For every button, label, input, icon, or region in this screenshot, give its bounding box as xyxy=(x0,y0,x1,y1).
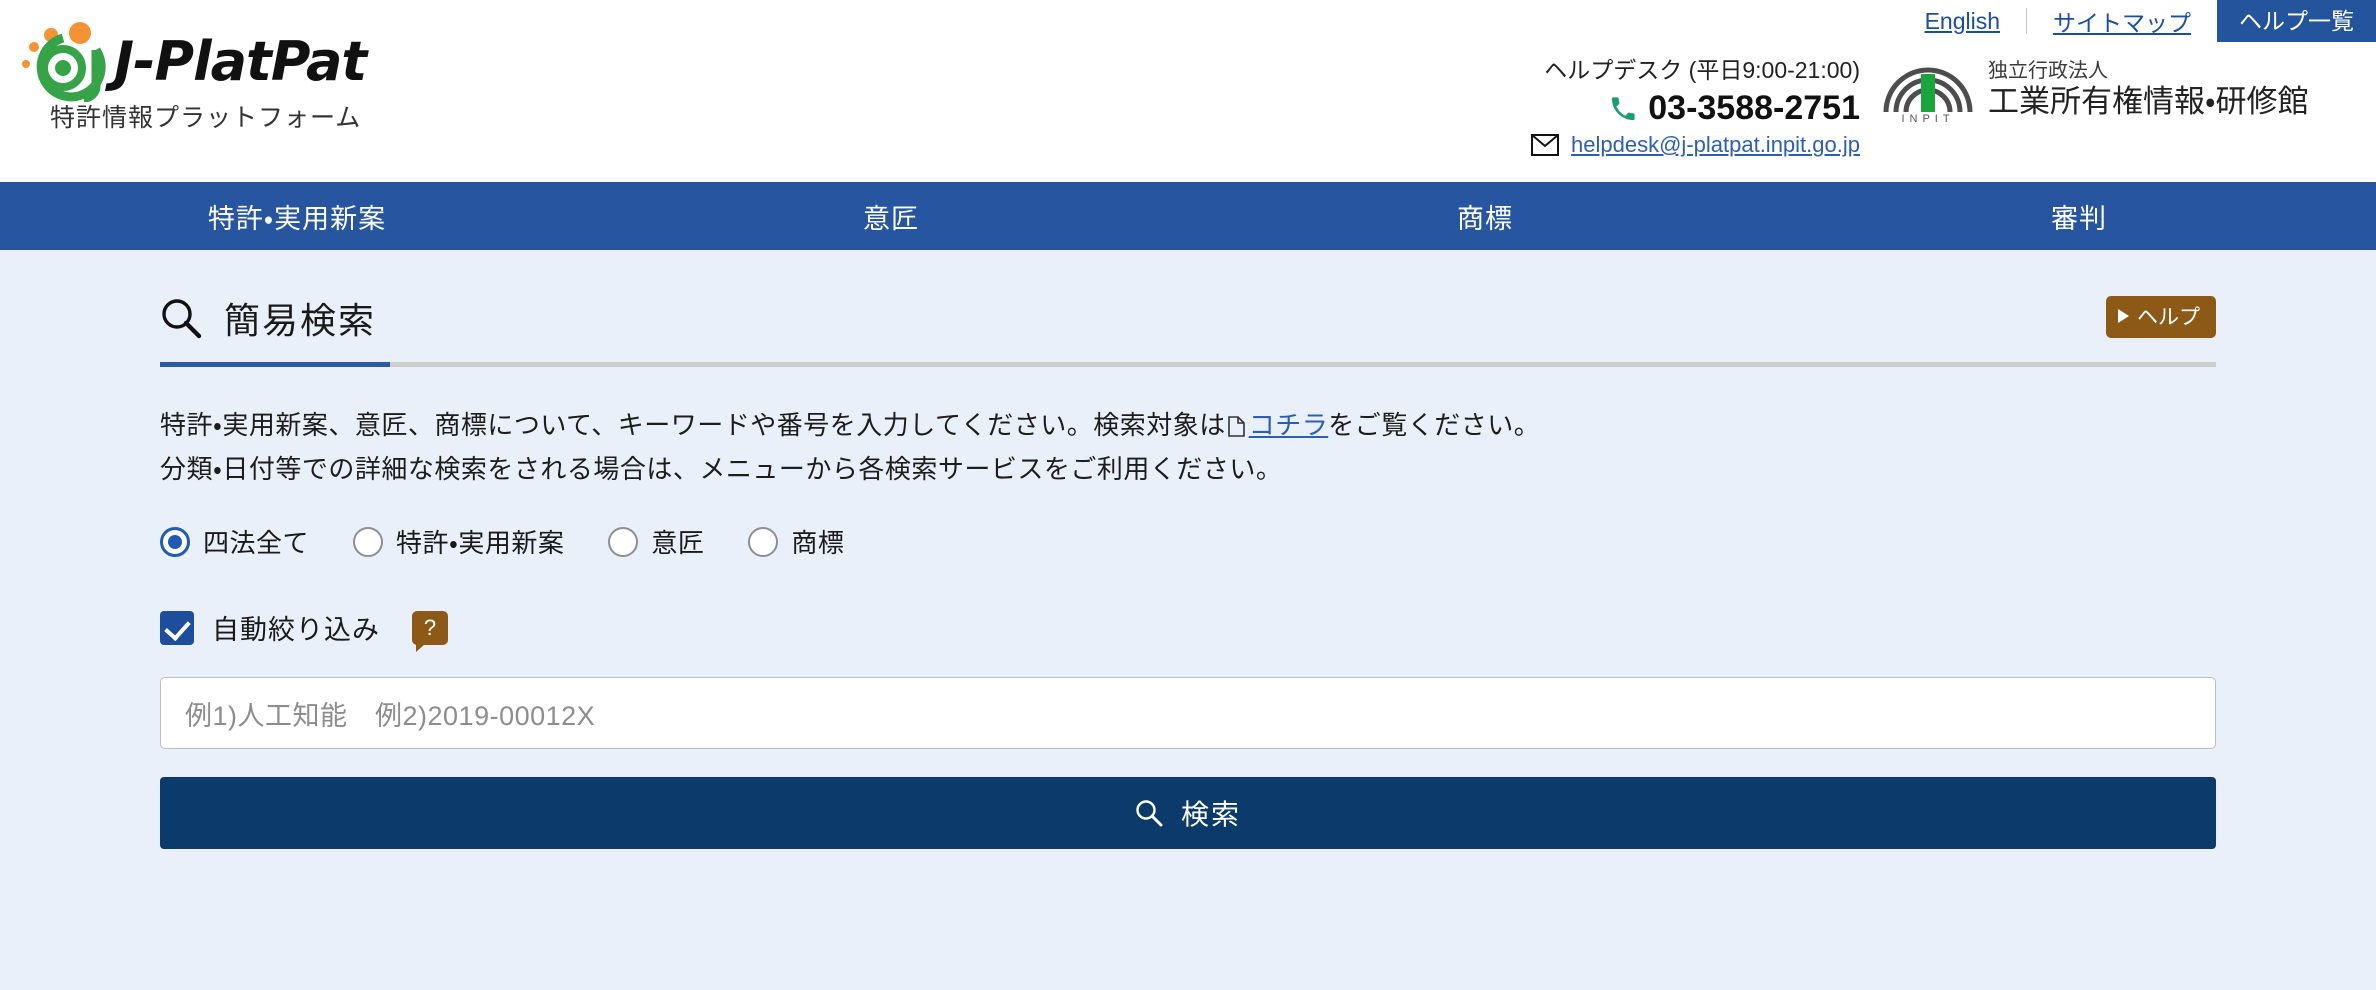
helpdesk-mail-row: helpdesk@j-platpat.inpit.go.jp xyxy=(1440,132,1860,158)
logo-subtitle: 特許情報プラットフォーム xyxy=(50,104,362,132)
inpit-arch-icon: INPIT xyxy=(1880,58,1976,125)
inpit-mark-label: INPIT xyxy=(1901,113,1955,125)
site-header: J-PlatPat 特許情報プラットフォーム English サイトマップ ヘル… xyxy=(0,0,2376,182)
auto-narrow-help-icon[interactable]: ? xyxy=(412,610,448,652)
nav-patent-utility[interactable]: 特許・実用新案 xyxy=(0,182,594,250)
auto-narrow-label[interactable]: 自動絞り込み xyxy=(212,608,380,647)
site-logo[interactable]: J-PlatPat 特許情報プラットフォーム xyxy=(18,12,418,162)
helpdesk-phone: 03-3588-2751 xyxy=(1648,89,1860,127)
inpit-org-type: 独立行政法人 xyxy=(1988,60,2108,82)
radio-trademark[interactable]: 商標 xyxy=(748,523,844,560)
page-title: 簡易検索 xyxy=(224,300,377,341)
help-button-label: ヘルプ xyxy=(2137,306,2200,329)
helpdesk-phone-row: 03-3588-2751 xyxy=(1440,89,1860,128)
main-navigation: 特許・実用新案 意匠 商標 審判 xyxy=(0,182,2376,250)
nav-design[interactable]: 意匠 xyxy=(594,182,1188,250)
help-button[interactable]: ヘルプ xyxy=(2106,296,2216,338)
description-line-2: 分類・日付等での詳細な検索をされる場合は、メニューから各検索サービスをご利用くだ… xyxy=(160,454,1283,484)
radio-all-four-laws-label: 四法全て xyxy=(203,528,310,558)
law-type-radio-group: 四法全て 特許・実用新案 意匠 商標 xyxy=(160,523,2216,560)
radio-patent-utility-label: 特許・実用新案 xyxy=(396,528,565,558)
helpdesk-email-link[interactable]: helpdesk@j-platpat.inpit.go.jp xyxy=(1571,132,1860,158)
radio-patent-utility[interactable]: 特許・実用新案 xyxy=(353,523,564,560)
document-icon xyxy=(1227,406,1245,437)
play-triangle-icon xyxy=(2118,309,2129,323)
auto-narrow-row: 自動絞り込み ? xyxy=(160,608,2216,652)
search-button[interactable]: 検索 xyxy=(160,777,2216,849)
search-target-link[interactable]: コチラ xyxy=(1249,410,1329,440)
help-list-button[interactable]: ヘルプ一覧 xyxy=(2217,0,2376,42)
radio-circle-icon xyxy=(160,526,190,557)
search-input[interactable]: 例1)人工知能 例2)2019-00012X xyxy=(160,677,2216,749)
inpit-org-name: 工業所有権情報・研修館 xyxy=(1988,84,2309,119)
search-icon xyxy=(160,297,202,339)
description-line-1-after: をご覧ください。 xyxy=(1328,410,1541,440)
mail-icon xyxy=(1531,134,1560,156)
nav-trademark[interactable]: 商標 xyxy=(1188,182,1782,250)
helpdesk-block: ヘルプデスク (平日9:00-21:00) 03-3588-2751 helpd… xyxy=(1440,55,1860,158)
main-content: 簡易検索 ヘルプ 特許・実用新案、意匠、商標について、キーワードや番号を入力して… xyxy=(0,250,2376,990)
sitemap-link[interactable]: サイトマップ xyxy=(2027,4,2217,38)
radio-trademark-label: 商標 xyxy=(791,528,845,558)
radio-circle-icon xyxy=(353,526,384,557)
radio-circle-icon xyxy=(608,526,639,557)
search-button-label: 検索 xyxy=(1180,799,1241,830)
logo-wordmark: J-PlatPat xyxy=(114,30,367,93)
nav-trial[interactable]: 審判 xyxy=(1782,182,2376,250)
jplatpat-spiral-logo-icon xyxy=(18,20,110,103)
page-title-row: 簡易検索 ヘルプ xyxy=(160,250,2216,344)
radio-all-four-laws[interactable]: 四法全て xyxy=(160,523,309,560)
phone-icon xyxy=(1610,96,1636,122)
description-line-1-before: 特許・実用新案、意匠、商標について、キーワードや番号を入力してください。検索対象… xyxy=(160,410,1226,440)
auto-narrow-checkbox[interactable] xyxy=(160,610,194,645)
helpdesk-hours: ヘルプデスク (平日9:00-21:00) xyxy=(1544,57,1860,83)
search-input-placeholder: 例1)人工知能 例2)2019-00012X xyxy=(185,700,596,731)
inpit-logo[interactable]: INPIT 独立行政法人 工業所有権情報・研修館 xyxy=(1880,58,2309,125)
radio-design[interactable]: 意匠 xyxy=(608,523,704,560)
description-block: 特許・実用新案、意匠、商標について、キーワードや番号を入力してください。検索対象… xyxy=(160,403,2216,491)
title-underline xyxy=(160,362,2216,367)
radio-circle-icon xyxy=(748,526,779,557)
top-utility-links: English サイトマップ ヘルプ一覧 xyxy=(1899,0,2376,42)
english-link[interactable]: English xyxy=(1899,8,2026,35)
radio-design-label: 意匠 xyxy=(651,528,705,558)
search-icon xyxy=(1135,799,1163,827)
description-line-1: 特許・実用新案、意匠、商標について、キーワードや番号を入力してください。検索対象… xyxy=(160,403,2216,447)
